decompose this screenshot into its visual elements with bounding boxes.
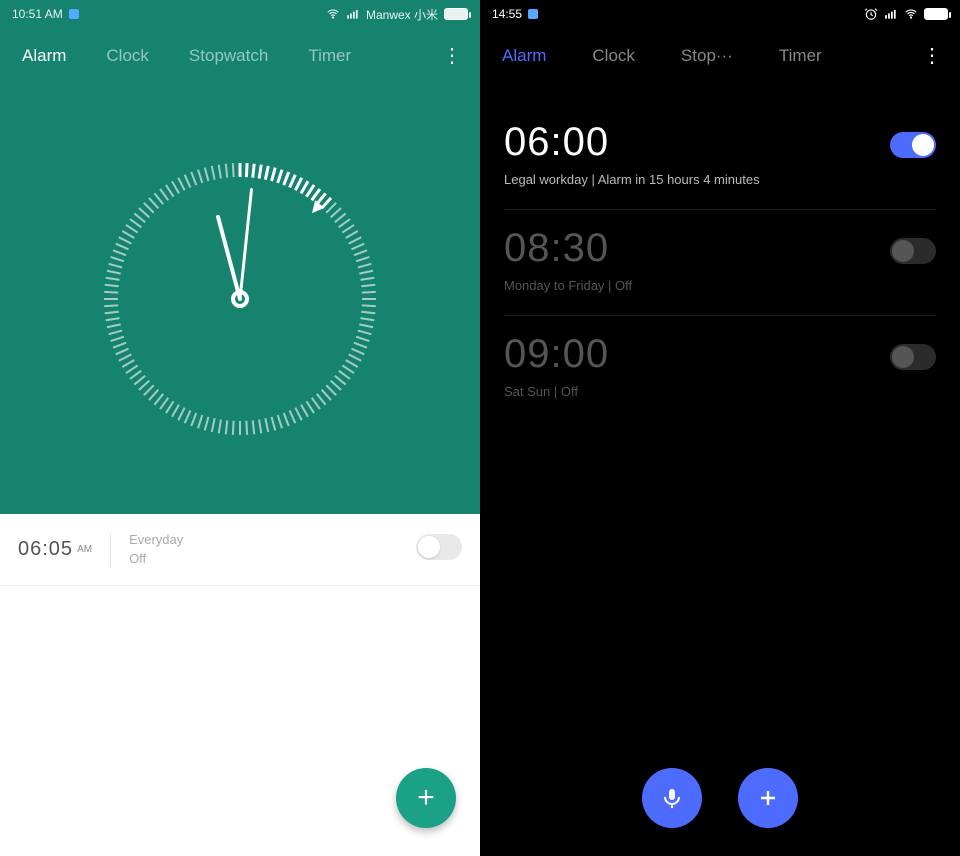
more-icon[interactable]: ⋮ [918, 47, 946, 65]
tab-clock[interactable]: Clock [106, 46, 149, 66]
plus-icon [756, 786, 780, 810]
alarm-repeat: Everyday [129, 531, 183, 549]
alarm-description: Sat Sun | Off [504, 384, 890, 399]
alarm-toggle[interactable] [416, 534, 462, 565]
alarm-toggle[interactable] [890, 344, 936, 375]
signal-icon [346, 7, 360, 21]
alarm-time: 08:30 [504, 228, 890, 268]
wifi-icon [904, 7, 918, 21]
tab-alarm[interactable]: Alarm [502, 46, 546, 66]
battery-icon [924, 8, 948, 20]
add-alarm-button[interactable] [738, 768, 798, 828]
statusbar-indicator-icon [69, 9, 79, 19]
battery-icon [444, 8, 468, 20]
alarm-status: Off [129, 550, 183, 568]
alarm-description: Legal workday | Alarm in 15 hours 4 minu… [504, 172, 890, 187]
tabs-dark: Alarm Clock Stop··· Timer ⋮ [480, 28, 960, 84]
alarm-icon [864, 7, 878, 21]
alarm-list: 06:00 Legal workday | Alarm in 15 hours … [480, 84, 960, 856]
analog-clock-panel [0, 84, 480, 514]
statusbar-right-cluster [864, 7, 948, 21]
statusbar-indicator-icon [528, 9, 538, 19]
statusbar-dark: 14:55 [480, 0, 960, 28]
add-alarm-button[interactable]: + [396, 768, 456, 828]
alarm-row[interactable]: 08:30 Monday to Friday | Off [504, 210, 936, 316]
alarm-ampm: AM [77, 544, 92, 555]
analog-clock-face [75, 134, 405, 464]
alarm-toggle[interactable] [890, 238, 936, 269]
plus-icon: + [417, 781, 435, 815]
tab-stopwatch[interactable]: Stopwatch [189, 46, 268, 66]
statusbar-carrier: Manwex 小米 [366, 6, 438, 23]
wifi-icon [326, 7, 340, 21]
alarm-time: 06:00 [504, 122, 890, 162]
phone-light: 10:51 AM Manwex 小米 Alarm Clock Stopwatch… [0, 0, 480, 856]
alarm-row[interactable]: 06:05 AM Everyday Off [0, 514, 480, 586]
tab-alarm[interactable]: Alarm [22, 46, 66, 66]
voice-button[interactable] [642, 768, 702, 828]
tabs-light: Alarm Clock Stopwatch Timer ⋮ [0, 28, 480, 84]
phone-dark: 14:55 Alarm Clock Stop··· Timer ⋮ 06:00 … [480, 0, 960, 856]
tab-stopwatch[interactable]: Stop··· [681, 46, 733, 66]
tab-timer[interactable]: Timer [308, 46, 351, 66]
statusbar-right-cluster: Manwex 小米 [326, 6, 468, 23]
statusbar-light: 10:51 AM Manwex 小米 [0, 0, 480, 28]
alarm-toggle[interactable] [890, 132, 936, 163]
statusbar-time: 14:55 [492, 7, 522, 21]
alarm-row[interactable]: 06:00 Legal workday | Alarm in 15 hours … [504, 104, 936, 210]
signal-icon [884, 7, 898, 21]
alarm-row[interactable]: 09:00 Sat Sun | Off [504, 316, 936, 421]
mic-icon [660, 786, 684, 810]
alarm-description: Monday to Friday | Off [504, 278, 890, 293]
alarm-time: 06:05 [18, 538, 73, 561]
tab-clock[interactable]: Clock [592, 46, 635, 66]
tab-timer[interactable]: Timer [779, 46, 822, 66]
alarm-time: 09:00 [504, 334, 890, 374]
divider [110, 533, 111, 567]
alarm-meta: Everyday Off [129, 531, 183, 567]
more-icon[interactable]: ⋮ [438, 47, 466, 65]
statusbar-time: 10:51 AM [12, 7, 63, 21]
